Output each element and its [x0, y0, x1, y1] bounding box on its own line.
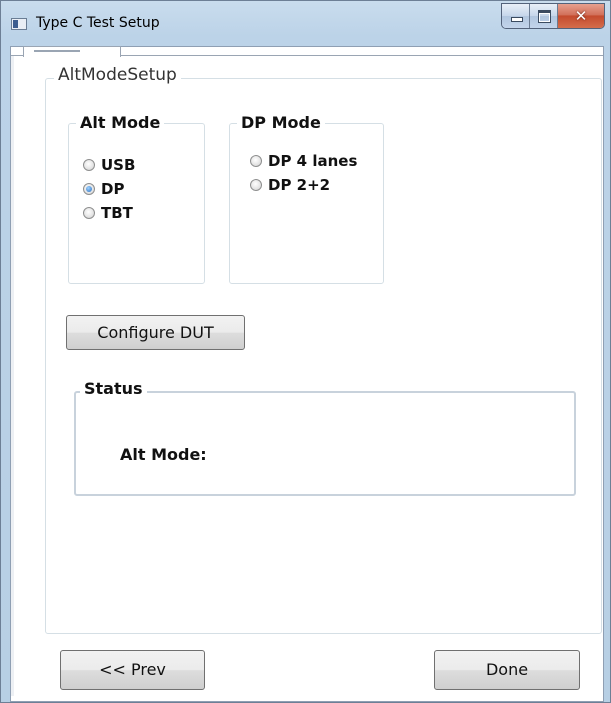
radio-indicator-selected[interactable]	[83, 183, 95, 195]
radio-dp[interactable]: DP	[83, 180, 124, 198]
close-button[interactable]: ✕	[558, 4, 604, 28]
window-app-icon[interactable]	[11, 18, 27, 30]
minimize-button[interactable]	[502, 4, 530, 28]
radio-indicator[interactable]	[83, 159, 95, 171]
prev-button[interactable]: << Prev	[60, 650, 205, 690]
maximize-icon	[538, 10, 551, 23]
alt-mode-status-label: Alt Mode:	[120, 445, 207, 464]
dp-mode-group-title: DP Mode	[237, 113, 325, 132]
window-title: Type C Test Setup	[36, 15, 160, 31]
radio-dp-4-lanes[interactable]: DP 4 lanes	[250, 152, 357, 170]
dp-mode-group: DP Mode DP 4 lanes DP 2+2	[229, 113, 384, 284]
alt-mode-group-title: Alt Mode	[76, 113, 165, 132]
close-icon: ✕	[574, 7, 588, 25]
radio-tbt[interactable]: TBT	[83, 204, 133, 222]
minimize-icon	[511, 17, 523, 22]
left-edge-strip	[11, 56, 14, 696]
radio-usb[interactable]: USB	[83, 156, 135, 174]
radio-label: DP 4 lanes	[268, 152, 358, 170]
main-window: Type C Test Setup ✕ AltModeSetup Alt Mod…	[0, 0, 611, 703]
alt-mode-setup-panel: AltModeSetup Alt Mode USB DP TBT DP Mode…	[45, 65, 602, 634]
radio-label: DP 2+2	[268, 176, 331, 194]
status-title: Status	[80, 379, 147, 398]
status-box: Status Alt Mode:	[74, 379, 576, 496]
panel-title: AltModeSetup	[54, 65, 181, 85]
radio-indicator[interactable]	[83, 207, 95, 219]
client-area: AltModeSetup Alt Mode USB DP TBT DP Mode…	[10, 46, 604, 702]
radio-dp-2-2[interactable]: DP 2+2	[250, 176, 330, 194]
alt-mode-group: Alt Mode USB DP TBT	[68, 113, 205, 284]
tab-grip	[34, 50, 80, 52]
radio-label: USB	[101, 156, 136, 174]
done-button[interactable]: Done	[434, 650, 580, 690]
title-bar[interactable]: Type C Test Setup ✕	[1, 1, 611, 45]
radio-indicator[interactable]	[250, 179, 262, 191]
tab-setup[interactable]	[23, 46, 121, 57]
configure-dut-button[interactable]: Configure DUT	[66, 315, 245, 350]
radio-label: TBT	[101, 204, 133, 222]
caption-buttons: ✕	[501, 3, 605, 29]
radio-label: DP	[101, 180, 125, 198]
radio-indicator[interactable]	[250, 155, 262, 167]
maximize-button[interactable]	[530, 4, 558, 28]
